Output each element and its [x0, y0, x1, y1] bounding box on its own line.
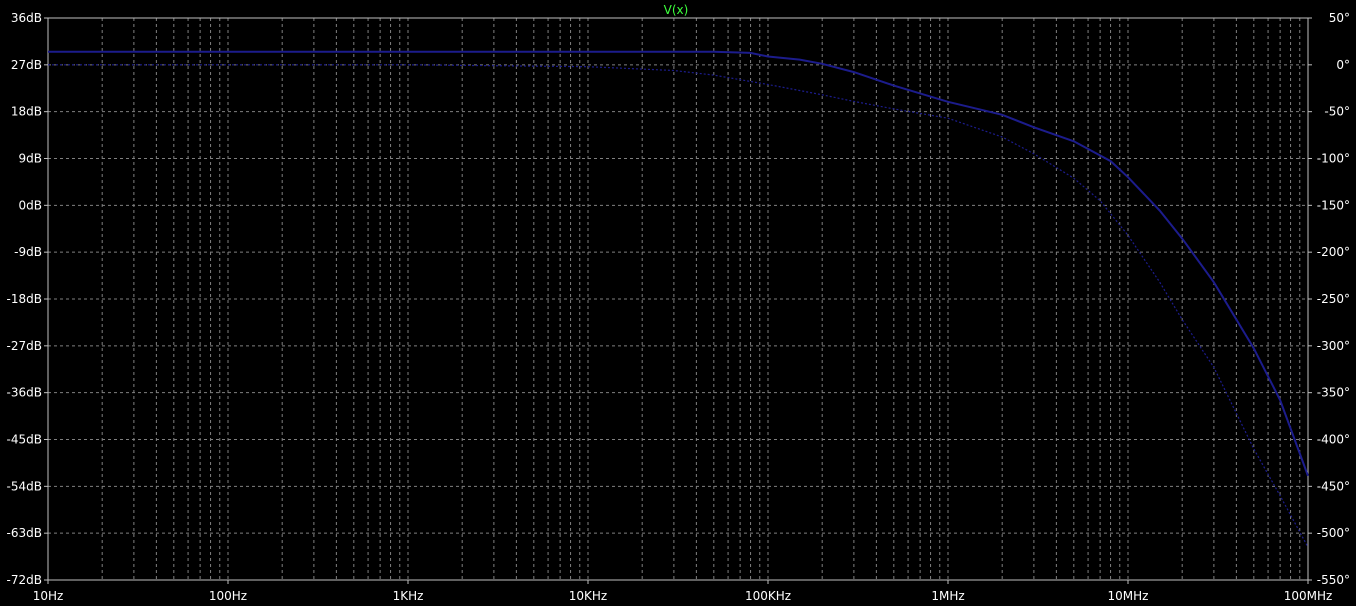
x-tick-label: 10MHz	[1108, 589, 1149, 603]
y-tick-label: -54dB	[7, 479, 42, 493]
y-tick-label: -72dB	[7, 573, 42, 587]
x-tick-label: 100MHz	[1284, 589, 1333, 603]
y-tick-label: -27dB	[7, 339, 42, 353]
y2-tick-label: -350°	[1317, 386, 1350, 400]
y-tick-label: 36dB	[11, 11, 42, 25]
y2-tick-label: -200°	[1317, 245, 1350, 259]
y2-tick-label: -300°	[1317, 339, 1350, 353]
y2-tick-label: -550°	[1317, 573, 1350, 587]
y-tick-label: 27dB	[11, 58, 42, 72]
x-tick-label: 1KHz	[393, 589, 424, 603]
y2-tick-label: 0°	[1336, 58, 1350, 72]
x-tick-label: 100Hz	[209, 589, 247, 603]
y2-tick-label: -450°	[1317, 479, 1350, 493]
y-tick-label: -63dB	[7, 526, 42, 540]
y-tick-label: -9dB	[14, 245, 42, 259]
y2-tick-label: -250°	[1317, 292, 1350, 306]
y-tick-label: 0dB	[19, 198, 42, 212]
y2-tick-label: 50°	[1329, 11, 1350, 25]
plot-background	[0, 0, 1356, 606]
y-tick-label: -36dB	[7, 386, 42, 400]
x-tick-label: 10KHz	[569, 589, 607, 603]
y2-tick-label: -150°	[1317, 198, 1350, 212]
x-tick-label: 1MHz	[931, 589, 964, 603]
y2-tick-label: -100°	[1317, 152, 1350, 166]
y2-tick-label: -400°	[1317, 433, 1350, 447]
y-tick-label: 9dB	[19, 152, 42, 166]
y-tick-label: 18dB	[11, 105, 42, 119]
x-tick-label: 10Hz	[33, 589, 64, 603]
y-tick-label: -45dB	[7, 433, 42, 447]
chart-canvas: 10Hz 100Hz 1KHz 10KHz 100KHz 1MHz 10MHz 100MHz 3…	[0, 0, 1356, 606]
x-tick-label: 100KHz	[745, 589, 791, 603]
y2-tick-label: -50°	[1324, 105, 1350, 119]
y2-tick-label: -500°	[1317, 526, 1350, 540]
bode-plot: 10Hz 100Hz 1KHz 10KHz 100KHz 1MHz 10MHz 100MHz 3…	[0, 0, 1356, 606]
y-tick-label: -18dB	[7, 292, 42, 306]
chart-title: V(x)	[664, 3, 689, 17]
